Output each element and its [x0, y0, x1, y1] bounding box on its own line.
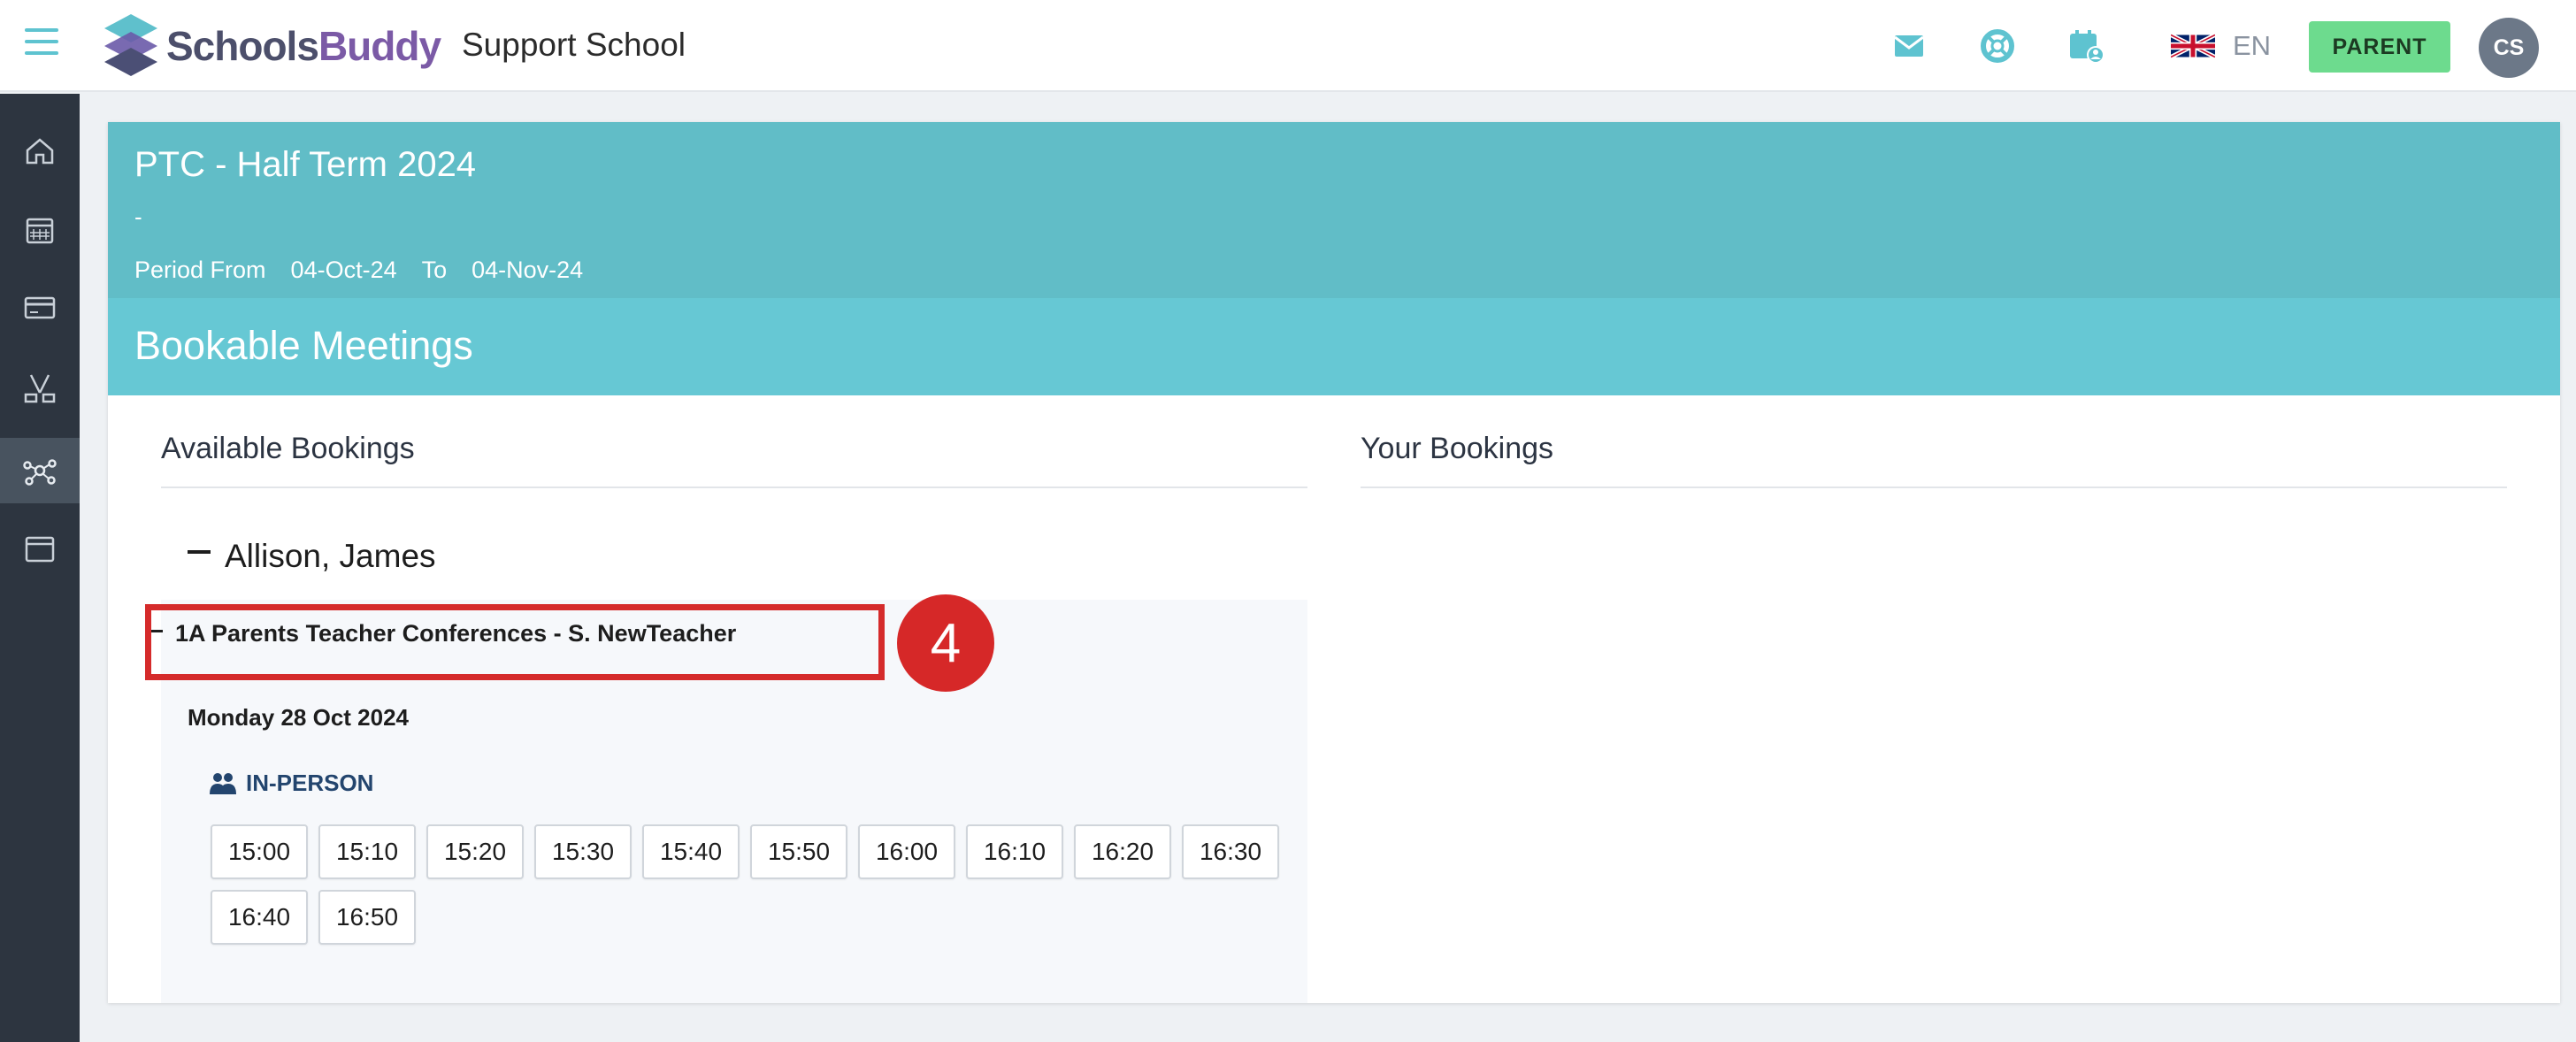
available-bookings-heading: Available Bookings	[161, 432, 415, 465]
step-highlight-box	[145, 604, 885, 680]
card-icon	[24, 296, 56, 319]
time-slot-button[interactable]: 16:20	[1074, 824, 1171, 879]
time-slot-button[interactable]: 15:40	[642, 824, 740, 879]
network-icon	[23, 459, 57, 486]
school-name: Support School	[462, 27, 686, 63]
time-slot-button[interactable]: 16:30	[1182, 824, 1279, 879]
sidebar-item-activities[interactable]	[0, 356, 80, 422]
event-period: Period From 04-Oct-24 To 04-Nov-24	[134, 257, 583, 284]
activities-icon	[24, 374, 56, 403]
calendar-icon	[26, 218, 54, 244]
lifebuoy-icon[interactable]	[1978, 27, 2017, 65]
period-to-label: To	[421, 257, 448, 283]
student-name: Allison, James	[225, 538, 436, 574]
time-slot-button[interactable]: 15:10	[318, 824, 416, 879]
meeting-card: PTC - Half Term 2024 - Period From 04-Oc…	[108, 122, 2560, 1003]
sidebar-item-network[interactable]	[0, 438, 80, 503]
collapse-minus-icon	[188, 550, 211, 554]
period-to-date: 04-Nov-24	[472, 257, 584, 283]
meeting-mode: IN-PERSON	[209, 770, 373, 797]
available-divider	[161, 487, 1307, 488]
user-avatar[interactable]: CS	[2479, 18, 2539, 78]
language-selector[interactable]: EN	[2171, 30, 2271, 62]
sidebar-item-card[interactable]	[0, 275, 80, 341]
period-from-date: 04-Oct-24	[290, 257, 397, 283]
role-parent-button[interactable]: PARENT	[2309, 21, 2450, 73]
logo-text: SchoolsBuddy	[166, 22, 441, 70]
time-slot-button[interactable]: 15:30	[534, 824, 632, 879]
uk-flag-icon	[2171, 34, 2215, 58]
time-slot-button[interactable]: 16:00	[858, 824, 955, 879]
event-title: PTC - Half Term 2024	[134, 145, 477, 184]
bookable-meetings-title: Bookable Meetings	[134, 323, 473, 368]
time-slot-button[interactable]: 16:40	[211, 890, 308, 945]
event-description: -	[134, 203, 142, 230]
people-icon	[210, 772, 236, 794]
student-toggle[interactable]: Allison, James	[188, 538, 436, 575]
time-slot-button[interactable]: 15:00	[211, 824, 308, 879]
sidebar-item-home[interactable]	[0, 118, 80, 183]
time-slot-button[interactable]: 15:20	[426, 824, 524, 879]
meeting-date: Monday 28 Oct 2024	[188, 704, 409, 731]
top-bar: SchoolsBuddy Support School EN PARENT CS	[0, 0, 2576, 92]
time-slot-button[interactable]: 16:50	[318, 890, 416, 945]
logo-part-schools: Schools	[166, 23, 319, 69]
window-icon	[25, 536, 55, 563]
sidebar-item-calendar[interactable]	[0, 197, 80, 263]
logo-mark-icon	[104, 14, 157, 76]
your-divider	[1361, 487, 2507, 488]
bookable-meetings-banner: Bookable Meetings	[108, 298, 2560, 395]
time-slot-button[interactable]: 15:50	[750, 824, 847, 879]
schoolsbuddy-logo[interactable]: SchoolsBuddy	[101, 12, 441, 80]
language-code: EN	[2233, 30, 2272, 61]
sidebar	[0, 94, 80, 1042]
period-from-label: Period From	[134, 257, 266, 283]
your-bookings-heading: Your Bookings	[1361, 432, 1554, 465]
envelope-icon[interactable]	[1890, 27, 1928, 65]
menu-icon[interactable]	[25, 28, 58, 57]
sidebar-item-window[interactable]	[0, 516, 80, 581]
event-header: PTC - Half Term 2024 - Period From 04-Oc…	[108, 122, 2560, 298]
calendar-user-icon[interactable]	[2066, 27, 2105, 65]
home-icon	[26, 138, 54, 165]
time-slot-button[interactable]: 16:10	[966, 824, 1063, 879]
meeting-mode-label: IN-PERSON	[246, 770, 374, 796]
logo-part-buddy: Buddy	[318, 23, 441, 69]
step-number-badge: 4	[897, 594, 994, 692]
